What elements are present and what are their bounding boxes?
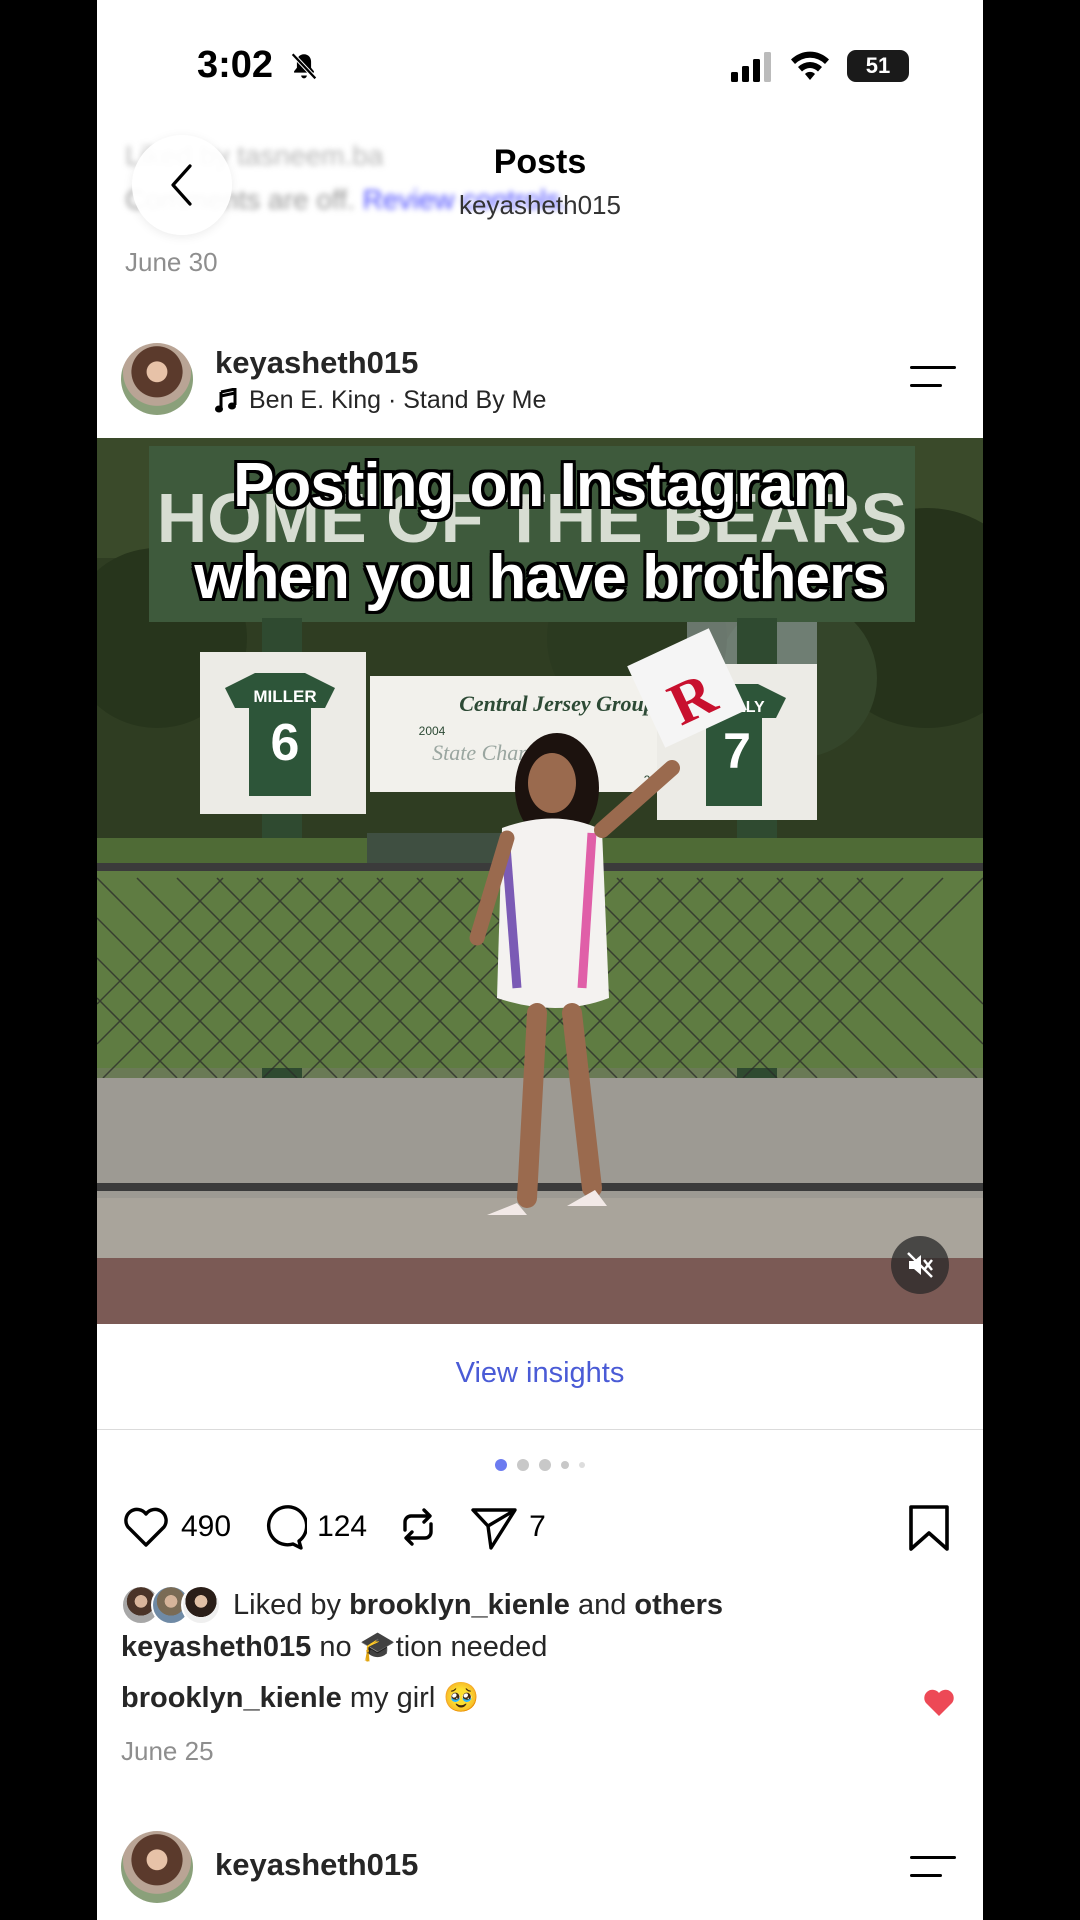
menu-icon[interactable] bbox=[910, 363, 956, 389]
music-note-icon bbox=[215, 387, 237, 412]
previous-post-date: June 30 bbox=[125, 247, 218, 277]
page-title: Posts bbox=[493, 143, 587, 181]
jersey-left-number: 6 bbox=[271, 714, 300, 772]
repost-icon bbox=[403, 1508, 433, 1546]
caption-text: no 🎓tion needed bbox=[319, 1631, 548, 1663]
heart-filled-icon[interactable] bbox=[923, 1688, 955, 1718]
repost-button[interactable] bbox=[393, 1502, 443, 1552]
wifi-icon bbox=[791, 51, 829, 80]
bookmark-icon[interactable] bbox=[907, 1504, 951, 1552]
like-count: 490 bbox=[181, 1510, 232, 1543]
avatar bbox=[181, 1585, 221, 1625]
send-icon bbox=[471, 1508, 517, 1550]
liked-by-user[interactable]: brooklyn_kienle bbox=[349, 1589, 570, 1621]
mute-button[interactable] bbox=[891, 1236, 949, 1294]
next-post-username[interactable]: keyasheth015 bbox=[215, 1847, 418, 1883]
carousel-dot bbox=[561, 1461, 569, 1469]
like-button[interactable]: 490 bbox=[121, 1502, 231, 1552]
menu-icon[interactable] bbox=[910, 1853, 956, 1879]
post-username[interactable]: keyasheth015 bbox=[215, 345, 418, 381]
status-bar: 3:02 51 bbox=[97, 0, 983, 110]
caption-username[interactable]: keyasheth015 bbox=[121, 1631, 311, 1663]
page-subtitle: keyasheth015 bbox=[459, 190, 621, 220]
battery-indicator: 51 bbox=[847, 50, 909, 82]
carousel-dot bbox=[579, 1462, 585, 1468]
comment-icon bbox=[267, 1505, 308, 1550]
view-insights-link[interactable]: View insights bbox=[97, 1357, 983, 1390]
carousel-dot bbox=[539, 1459, 551, 1471]
jersey-right-number: 7 bbox=[723, 723, 751, 779]
post-caption: keyasheth015 no 🎓tion needed bbox=[121, 1630, 547, 1664]
music-label: Ben E. King · Stand By Me bbox=[249, 386, 547, 414]
comment-button[interactable]: 124 bbox=[257, 1502, 367, 1552]
liked-by-others[interactable]: others bbox=[634, 1589, 723, 1621]
carousel-dot bbox=[517, 1459, 529, 1471]
status-time: 3:02 bbox=[197, 44, 274, 86]
carousel-indicator bbox=[97, 1459, 983, 1471]
liked-by-text: Liked by brooklyn_kienle and others bbox=[233, 1588, 724, 1621]
media-overlay-text: Posting on Instagram when you have broth… bbox=[97, 440, 983, 624]
comment-username[interactable]: brooklyn_kienle bbox=[121, 1682, 342, 1714]
signal-icon bbox=[731, 52, 771, 82]
comment-preview[interactable]: brooklyn_kienle my girl 🥹 bbox=[121, 1681, 479, 1715]
overlay-line-2: when you have brothers bbox=[194, 543, 886, 612]
divider bbox=[97, 1429, 983, 1430]
jersey-left-name: MILLER bbox=[253, 687, 316, 706]
bell-slash-icon bbox=[291, 52, 317, 80]
carousel-dot bbox=[495, 1459, 507, 1471]
heart-icon bbox=[124, 1507, 168, 1547]
overlay-line-1: Posting on Instagram bbox=[233, 451, 848, 520]
center-sign-line1: Central Jersey Group bbox=[459, 691, 655, 716]
post-music[interactable]: Ben E. King · Stand By Me bbox=[215, 386, 546, 415]
comment-count: 124 bbox=[317, 1510, 368, 1543]
action-bar: 490 124 7 bbox=[121, 1502, 572, 1552]
post-date: June 25 bbox=[121, 1736, 214, 1766]
liked-by-row[interactable]: Liked by brooklyn_kienle and others bbox=[121, 1582, 723, 1628]
center-sign-year1: 2004 bbox=[419, 724, 446, 738]
avatar[interactable] bbox=[121, 343, 193, 415]
avatar[interactable] bbox=[121, 1831, 193, 1903]
comment-text: my girl 🥹 bbox=[349, 1682, 480, 1714]
phone-screen: 3:02 51 Liked by tasneem.ba Comments are… bbox=[97, 0, 983, 1920]
share-count: 7 bbox=[529, 1510, 546, 1543]
mute-icon bbox=[907, 1252, 933, 1278]
share-button[interactable]: 7 bbox=[469, 1502, 546, 1552]
